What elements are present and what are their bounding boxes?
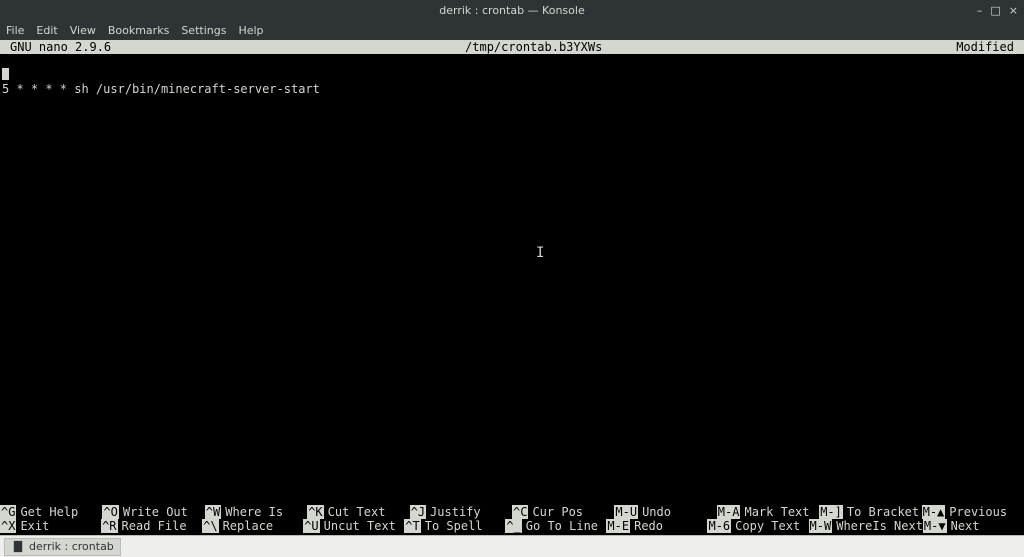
shortcut-key: ^O xyxy=(102,505,118,519)
shortcut-label: Justify xyxy=(430,505,481,519)
shortcut-label: Copy Text xyxy=(735,519,800,533)
shortcut-r1-3: ^K Cut Text xyxy=(307,505,409,519)
editor-body[interactable]: 5 * * * * sh /usr/bin/minecraft-server-s… xyxy=(0,54,1024,505)
shortcut-r1-4: ^J Justify xyxy=(410,505,512,519)
cursor-block-icon xyxy=(2,68,9,80)
shortcut-label: Next xyxy=(951,519,980,533)
shortcut-r1-7: M-AMark Text xyxy=(717,505,819,519)
shortcut-key: M-6 xyxy=(707,519,731,533)
shortcut-r1-5: ^C Cur Pos xyxy=(512,505,614,519)
menu-edit[interactable]: Edit xyxy=(36,24,57,37)
shortcut-label: Go To Line xyxy=(526,519,598,533)
close-icon[interactable]: × xyxy=(1009,4,1018,17)
shortcut-key: ^U xyxy=(303,519,319,533)
titlebar: derrik : crontab — Konsole – □ × xyxy=(0,0,1024,20)
menu-file[interactable]: File xyxy=(6,24,24,37)
shortcut-label: WhereIs Next xyxy=(836,519,923,533)
taskbar-button-konsole[interactable]: derrik : crontab xyxy=(4,538,121,556)
shortcut-label: Mark Text xyxy=(744,505,809,519)
menu-bookmarks[interactable]: Bookmarks xyxy=(108,24,169,37)
shortcut-key: ^K xyxy=(307,505,323,519)
shortcut-label: Previous xyxy=(949,505,1007,519)
shortcut-r2-5: ^_ Go To Line xyxy=(505,519,606,533)
window-controls: – □ × xyxy=(977,4,1018,17)
shortcut-r2-8: M-WWhereIs Next xyxy=(809,519,923,533)
shortcut-label: Redo xyxy=(634,519,663,533)
taskbar-button-label: derrik : crontab xyxy=(29,540,114,553)
shortcut-r1-1: ^O Write Out xyxy=(102,505,204,519)
menu-help[interactable]: Help xyxy=(238,24,263,37)
shortcut-r2-9: M-▼ Next xyxy=(923,519,1024,533)
shortcut-r1-6: M-U Undo xyxy=(614,505,716,519)
terminal-icon xyxy=(11,540,25,554)
shortcut-r1-8: M-] To Bracket xyxy=(819,505,921,519)
menu-view[interactable]: View xyxy=(70,24,96,37)
nano-shortcuts: ^G Get Help ^O Write Out ^W Where Is ^K Cut Tex… xyxy=(0,505,1024,535)
shortcut-label: Get Help xyxy=(20,505,78,519)
shortcut-key: ^G xyxy=(0,505,16,519)
shortcut-r1-0: ^G Get Help xyxy=(0,505,102,519)
shortcut-key: M-A xyxy=(717,505,741,519)
shortcut-key: M-E xyxy=(606,519,630,533)
shortcut-key: ^X xyxy=(0,519,16,533)
shortcut-key: M-] xyxy=(819,505,843,519)
shortcut-label: Uncut Text xyxy=(324,519,396,533)
shortcut-label: To Bracket xyxy=(847,505,919,519)
shortcut-label: Exit xyxy=(20,519,49,533)
shortcut-label: Where Is xyxy=(225,505,283,519)
shortcut-r2-0: ^X Exit xyxy=(0,519,101,533)
nano-file-name: /tmp/crontab.b3YXWs xyxy=(465,40,602,54)
maximize-icon[interactable]: □ xyxy=(990,4,1000,17)
shortcut-label: To Spell xyxy=(425,519,483,533)
shortcut-row-2: ^X Exit ^R Read File ^\ Replace ^U Uncut Text ^T… xyxy=(0,519,1024,533)
nano-app-name: GNU nano 2.9.6 xyxy=(4,40,111,54)
minimize-icon[interactable]: – xyxy=(977,4,983,17)
shortcut-key: M-U xyxy=(614,505,638,519)
nano-header: GNU nano 2.9.6 /tmp/crontab.b3YXWs Modif… xyxy=(0,40,1024,54)
shortcut-r2-6: M-E Redo xyxy=(606,519,707,533)
editor-line-1: 5 * * * * sh /usr/bin/minecraft-server-s… xyxy=(2,82,1022,96)
menubar: File Edit View Bookmarks Settings Help xyxy=(0,20,1024,40)
shortcut-r2-3: ^U Uncut Text xyxy=(303,519,404,533)
shortcut-label: Replace xyxy=(223,519,274,533)
text-cursor-icon: I xyxy=(536,246,544,260)
shortcut-r2-2: ^\ Replace xyxy=(202,519,303,533)
shortcut-label: Undo xyxy=(642,505,671,519)
taskbar: derrik : crontab xyxy=(0,535,1024,557)
shortcut-r2-4: ^T To Spell xyxy=(404,519,505,533)
shortcut-key: ^W xyxy=(205,505,221,519)
window-title: derrik : crontab — Konsole xyxy=(439,4,584,17)
shortcut-r2-7: M-6 Copy Text xyxy=(707,519,808,533)
shortcut-r1-9: M-▲Previous xyxy=(922,505,1024,519)
shortcut-key: ^C xyxy=(512,505,528,519)
shortcut-key: ^_ xyxy=(505,519,521,533)
shortcut-label: Read File xyxy=(122,519,187,533)
shortcut-key: ^J xyxy=(410,505,426,519)
menu-settings[interactable]: Settings xyxy=(181,24,226,37)
shortcut-key: M-W xyxy=(809,519,833,533)
shortcut-key: ^T xyxy=(404,519,420,533)
shortcut-key: ^R xyxy=(101,519,117,533)
shortcut-label: Cut Text xyxy=(328,505,386,519)
shortcut-row-1: ^G Get Help ^O Write Out ^W Where Is ^K Cut Tex… xyxy=(0,505,1024,519)
shortcut-r2-1: ^R Read File xyxy=(101,519,202,533)
shortcut-r1-2: ^W Where Is xyxy=(205,505,307,519)
shortcut-label: Cur Pos xyxy=(532,505,583,519)
shortcut-key: M-▼ xyxy=(923,519,947,533)
shortcut-key: ^\ xyxy=(202,519,218,533)
shortcut-key: M-▲ xyxy=(922,505,946,519)
terminal[interactable]: GNU nano 2.9.6 /tmp/crontab.b3YXWs Modif… xyxy=(0,40,1024,535)
nano-status: Modified xyxy=(956,40,1020,54)
shortcut-label: Write Out xyxy=(123,505,188,519)
